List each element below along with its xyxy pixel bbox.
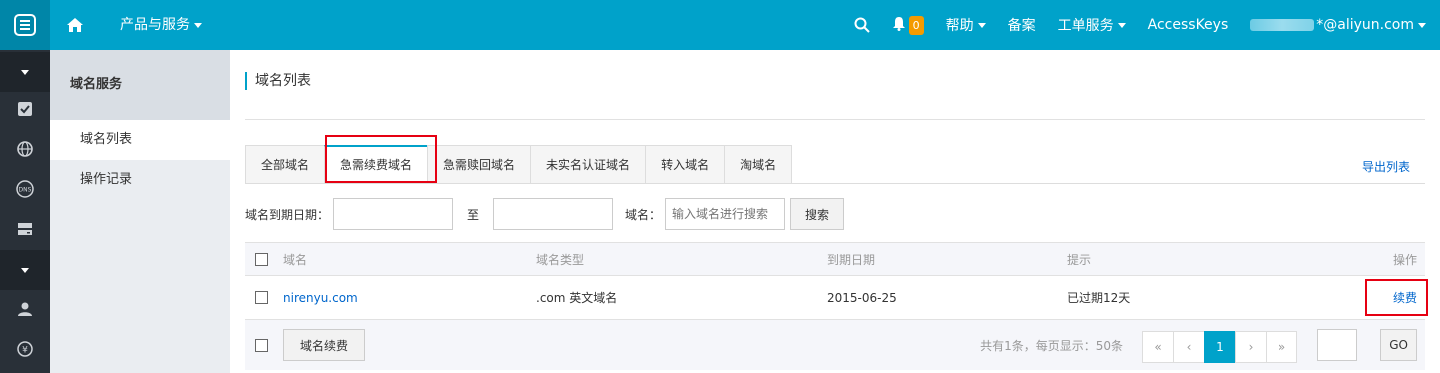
expiry-start-input[interactable] xyxy=(333,198,454,230)
domain-search-input[interactable] xyxy=(665,198,786,230)
sidebar-item-operation-log[interactable]: 操作记录 xyxy=(50,160,230,200)
tabs-baseline xyxy=(245,183,1425,184)
tab-tao-domain[interactable]: 淘域名 xyxy=(724,145,793,184)
rail-section-toggle[interactable] xyxy=(0,250,50,290)
redacted-account-name xyxy=(1250,19,1315,31)
billing-yen-icon[interactable]: ¥ xyxy=(0,329,50,369)
first-page-button[interactable]: « xyxy=(1142,331,1173,363)
highlight-box-renew xyxy=(1365,279,1428,316)
account-menu[interactable]: *@aliyun.com xyxy=(1239,0,1440,50)
highlight-box-tab xyxy=(325,135,437,183)
export-list-link[interactable]: 导出列表 xyxy=(1362,158,1410,175)
rail-collapse-toggle[interactable] xyxy=(0,52,50,92)
chevron-down-icon xyxy=(977,22,986,28)
bell-icon xyxy=(892,16,906,35)
column-header-action: 操作 xyxy=(1392,252,1417,267)
page-jump-input[interactable] xyxy=(1317,329,1357,361)
top-navigation-bar: 产品与服务 0 帮助 备案 工单服务 AccessKeys *@aliyun.c… xyxy=(0,0,1440,50)
server-icon[interactable] xyxy=(0,209,50,249)
help-label: 帮助 xyxy=(945,18,974,34)
notification-badge: 0 xyxy=(908,15,924,35)
globe-icon[interactable] xyxy=(0,129,50,169)
beian-link[interactable]: 备案 xyxy=(997,0,1047,50)
notification-button[interactable]: 0 xyxy=(881,0,935,50)
search-icon[interactable] xyxy=(843,0,881,50)
expiry-date: 2015-06-25 xyxy=(827,290,897,305)
footer-select-all-checkbox[interactable] xyxy=(255,338,268,352)
divider xyxy=(245,119,1425,120)
domain-label: 域名： xyxy=(625,207,662,222)
table-header: 域名 域名类型 到期日期 提示 操作 xyxy=(245,242,1425,276)
pagination-summary: 共有1条，每页显示：50条 xyxy=(980,338,1123,353)
svg-text:¥: ¥ xyxy=(22,346,28,356)
sidebar-heading: 域名服务 xyxy=(50,50,230,120)
domain-name-link[interactable]: nirenyu.com xyxy=(283,276,358,319)
prev-page-button[interactable]: ‹ xyxy=(1173,331,1204,363)
page-1-button[interactable]: 1 xyxy=(1204,331,1235,363)
table-footer: 域名续费 共有1条，每页显示：50条 « ‹ 1 › » GO xyxy=(245,320,1425,370)
table-row: nirenyu.com .com 英文域名 2015-06-25 已过期12天 … xyxy=(245,276,1425,320)
expiry-date-label: 域名到期日期： xyxy=(245,207,330,222)
products-services-menu[interactable]: 产品与服务 xyxy=(120,0,202,50)
chevron-down-icon xyxy=(1418,22,1426,28)
account-email-label: *@aliyun.com xyxy=(1316,17,1414,33)
product-rail: DNS ¥ xyxy=(0,50,50,373)
main-content: 域名列表 全部域名 急需续费域名 急需赎回域名 未实名认证域名 转入域名 淘域名… xyxy=(245,50,1428,373)
chevron-down-icon xyxy=(1117,22,1126,28)
security-icon[interactable] xyxy=(0,89,50,129)
ticket-service-menu[interactable]: 工单服务 xyxy=(1047,0,1137,50)
tab-redeem-urgent[interactable]: 急需赎回域名 xyxy=(427,145,531,184)
svg-text:DNS: DNS xyxy=(19,187,32,194)
accesskeys-link[interactable]: AccessKeys xyxy=(1137,0,1240,50)
column-header-hint: 提示 xyxy=(1067,252,1092,267)
sidebar-item-domain-list[interactable]: 域名列表 xyxy=(50,120,230,160)
beian-label: 备案 xyxy=(1007,18,1036,34)
tab-unverified[interactable]: 未实名认证域名 xyxy=(530,145,646,184)
products-services-label: 产品与服务 xyxy=(120,17,190,33)
accesskeys-label: AccessKeys xyxy=(1147,17,1229,33)
last-page-button[interactable]: » xyxy=(1266,331,1297,363)
go-button[interactable]: GO xyxy=(1380,329,1417,361)
expiry-end-input[interactable] xyxy=(493,198,614,230)
select-all-checkbox[interactable] xyxy=(255,252,268,266)
user-icon[interactable] xyxy=(0,289,50,329)
row-checkbox[interactable] xyxy=(255,291,268,304)
page-title: 域名列表 xyxy=(245,72,311,90)
help-menu[interactable]: 帮助 xyxy=(935,0,997,50)
home-icon[interactable] xyxy=(50,0,100,50)
domain-service-sidebar: 域名服务 域名列表 操作记录 xyxy=(50,50,230,373)
search-button[interactable]: 搜索 xyxy=(790,198,845,230)
domain-type: .com 英文域名 xyxy=(536,291,618,305)
chevron-down-icon xyxy=(194,22,202,28)
expiry-hint: 已过期12天 xyxy=(1067,291,1131,305)
date-range-to-label: 至 xyxy=(467,207,480,222)
bulk-renew-button[interactable]: 域名续费 xyxy=(283,329,365,361)
next-page-button[interactable]: › xyxy=(1235,331,1266,363)
chevron-down-icon xyxy=(21,69,29,75)
column-header-domain: 域名 xyxy=(283,252,308,267)
domain-table: 域名 域名类型 到期日期 提示 操作 nirenyu.com .com 英文域名… xyxy=(245,242,1428,370)
ticket-service-label: 工单服务 xyxy=(1057,18,1114,34)
dns-icon[interactable]: DNS xyxy=(0,169,50,209)
aliyun-logo-icon[interactable] xyxy=(0,0,50,50)
tab-all-domains[interactable]: 全部域名 xyxy=(245,145,325,184)
column-header-expiry: 到期日期 xyxy=(827,252,876,267)
pagination: « ‹ 1 › » xyxy=(1142,331,1297,363)
column-header-type: 域名类型 xyxy=(536,252,585,267)
tab-transfer-in[interactable]: 转入域名 xyxy=(645,145,725,184)
filter-bar: 域名到期日期： 至 域名： 搜索 xyxy=(245,198,845,230)
chevron-down-icon xyxy=(21,267,29,273)
